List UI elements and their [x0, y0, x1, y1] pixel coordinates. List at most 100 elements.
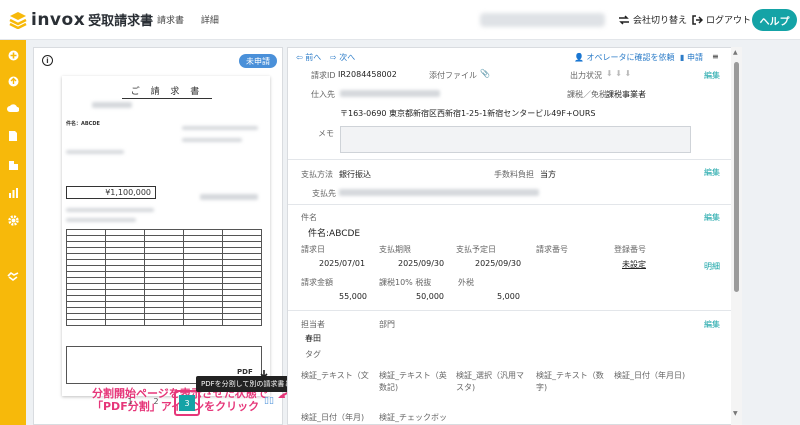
- tag-label: タグ: [305, 350, 321, 359]
- due-date-label: 支払期限: [379, 245, 411, 254]
- custom-field-5-label: 検証_日付（年月日): [614, 371, 686, 380]
- document-table-cell: [105, 319, 145, 326]
- output-status-label: 出力状況: [570, 71, 602, 80]
- document-subject: 件名：ABCDE: [66, 121, 100, 127]
- invox-logo[interactable]: invox 受取請求書: [8, 10, 153, 30]
- building-icon[interactable]: [7, 158, 19, 170]
- info-icon[interactable]: i: [42, 55, 53, 66]
- cloud-upload-icon[interactable]: [7, 102, 19, 114]
- sidebar: [0, 40, 26, 425]
- blurred-note: [66, 208, 154, 212]
- fee-label: 手数料負担: [494, 170, 534, 179]
- app-subtitle: 受取請求書: [88, 14, 154, 29]
- document-table-cell: [222, 319, 262, 326]
- outside-tax-label: 外税: [458, 278, 474, 287]
- user-name-blurred: [480, 13, 605, 27]
- help-button[interactable]: ヘルプ: [752, 9, 797, 31]
- edit-basic-link[interactable]: 編集: [704, 70, 720, 81]
- document-title: ご 請 求 書: [122, 84, 212, 99]
- custom-field-2-label: 検証_テキスト（英 数記): [379, 371, 447, 392]
- blurred-recipient: [92, 102, 132, 108]
- next-button[interactable]: ⇨ 次へ: [330, 52, 355, 63]
- planned-date-label: 支払予定日: [456, 245, 496, 254]
- divider: [288, 204, 741, 205]
- scrollbar-thumb[interactable]: [734, 62, 739, 292]
- prev-label: 前へ: [305, 53, 322, 62]
- tax-value: 課税事業者: [606, 90, 646, 99]
- page-1[interactable]: 1: [123, 397, 137, 406]
- switch-company-label: 会社切り替え: [633, 16, 688, 26]
- logout-button[interactable]: ログアウト: [692, 13, 751, 26]
- edit-invoice-link[interactable]: 編集: [704, 212, 720, 223]
- request-id-value: IR2084458002: [338, 70, 397, 79]
- logout-label: ログアウト: [706, 16, 752, 26]
- attachment-label: 添付ファイル: [429, 71, 477, 80]
- document-table-cell: [66, 319, 106, 326]
- registration-number-value[interactable]: 未設定: [622, 259, 646, 270]
- outside-tax-value: 5,000: [497, 292, 520, 301]
- line-items-link[interactable]: 明細: [704, 261, 720, 272]
- scroll-down-icon[interactable]: ▼: [733, 410, 738, 417]
- assignee-value: 春田: [305, 334, 321, 343]
- amount-label: 請求金額: [301, 278, 333, 287]
- menu-icon[interactable]: ≡: [712, 52, 719, 61]
- confirm-operator-button[interactable]: 👤 オペレータに確認を依頼: [574, 52, 675, 63]
- prev-button[interactable]: ⇦ 前へ: [296, 52, 321, 63]
- supplier-address: 〒163-0690 東京都新宿区西新宿1-25-1新宿センタービル49F+OUR…: [340, 109, 596, 118]
- invoice-date-label: 請求日: [301, 245, 325, 254]
- upload-icon[interactable]: [7, 75, 19, 87]
- document-amount: ¥1,100,000: [66, 186, 156, 199]
- logo-icon: [9, 11, 27, 29]
- breadcrumb-detail: 詳細: [200, 16, 219, 26]
- document-table-cell: [183, 319, 223, 326]
- payment-method-label: 支払方法: [301, 170, 333, 179]
- pdf-split-icon[interactable]: ▯▯: [264, 396, 274, 406]
- custom-field-7-label: 検証_チェックボッ: [379, 413, 447, 422]
- memo-textarea[interactable]: [340, 126, 691, 153]
- payment-method-value: 銀行振込: [339, 170, 371, 179]
- document-table-cell: [144, 319, 184, 326]
- apply-label: 申請: [686, 53, 703, 62]
- gear-icon[interactable]: [7, 214, 19, 226]
- payee-label: 支払先: [312, 189, 336, 198]
- plus-icon[interactable]: [7, 49, 19, 61]
- switch-icon: [619, 14, 629, 25]
- department-label: 部門: [379, 320, 395, 329]
- memo-label: メモ: [318, 129, 334, 138]
- top-bar: invox 受取請求書 請求書 詳細 会社切り替え ログアウト ヘルプ: [0, 0, 800, 40]
- document-items-table: [66, 229, 262, 326]
- pdf-label: PDF: [237, 368, 253, 376]
- app-name: invox: [31, 9, 86, 30]
- switch-company-button[interactable]: 会社切り替え: [618, 13, 687, 26]
- chart-icon[interactable]: [7, 186, 19, 198]
- tax-label: 課税／免税: [567, 90, 607, 99]
- due-date-value: 2025/09/30: [398, 259, 445, 268]
- subject-value: 件名:ABCDE: [308, 229, 361, 239]
- document-icon[interactable]: [7, 130, 19, 142]
- divider: [288, 159, 741, 160]
- supplier-label: 仕入先: [311, 90, 335, 99]
- output-status-icons: ⬇ ⬇ ⬇: [606, 69, 632, 78]
- page-3-current[interactable]: 3: [174, 390, 200, 416]
- breadcrumb-invoices[interactable]: 請求書: [157, 16, 184, 26]
- invoice-date-value: 2025/07/01: [319, 259, 366, 268]
- blurred-line: [66, 150, 124, 154]
- custom-field-3-label: 検証_選択（汎用マ スタ): [456, 371, 524, 392]
- request-id-label: 請求ID: [311, 71, 336, 80]
- invoice-detail-panel: ⇦ 前へ ⇨ 次へ 👤 オペレータに確認を依頼 ▮ 申請 ≡ 請求ID IR20…: [287, 47, 742, 425]
- apply-button[interactable]: ▮ 申請: [680, 52, 703, 63]
- paperclip-icon[interactable]: 📎: [480, 69, 490, 78]
- blurred-seal-area: [200, 194, 258, 200]
- edit-payment-link[interactable]: 編集: [704, 167, 720, 178]
- handshake-icon[interactable]: [7, 270, 19, 282]
- next-label: 次へ: [339, 53, 356, 62]
- confirm-operator-label: オペレータに確認を依頼: [586, 53, 675, 62]
- amount-value: 55,000: [339, 292, 367, 301]
- page-2[interactable]: 2: [149, 397, 163, 406]
- edit-assignee-link[interactable]: 編集: [704, 319, 720, 330]
- scroll-up-icon[interactable]: ▲: [733, 49, 738, 56]
- divider: [288, 310, 741, 311]
- payee-value-blurred: [339, 189, 539, 196]
- logout-icon: [692, 14, 703, 25]
- registration-number-label: 登録番号: [614, 245, 646, 254]
